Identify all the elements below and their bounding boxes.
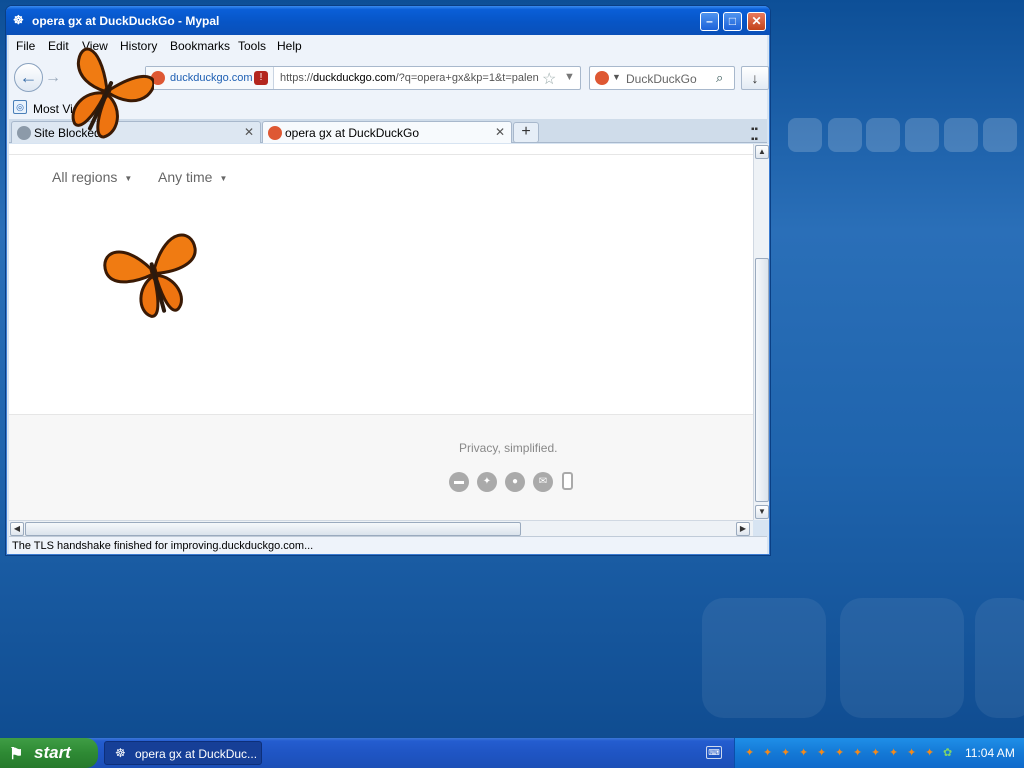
email-icon[interactable]: ✉ <box>533 472 553 492</box>
horizontal-scrollbar[interactable]: ◀ ▶ <box>9 520 753 536</box>
butterfly-icon <box>71 47 154 139</box>
butterfly-icon[interactable]: ✦ <box>799 746 808 759</box>
butterfly-icon[interactable]: ✦ <box>853 746 862 759</box>
butterfly-icon[interactable]: ✦ <box>817 746 826 759</box>
menu-file[interactable]: File <box>16 39 35 53</box>
butterfly-icon[interactable]: ✦ <box>925 746 934 759</box>
taskbar-window-label: opera gx at DuckDuc... <box>135 747 258 761</box>
scroll-thumb[interactable] <box>755 258 769 502</box>
butterfly-icon[interactable]: ✦ <box>835 746 844 759</box>
duckduckgo-icon <box>595 71 609 85</box>
taskbar-window-button[interactable]: ☸ opera gx at DuckDuc... <box>104 741 262 765</box>
scroll-right-icon[interactable]: ▶ <box>736 522 750 536</box>
search-bar[interactable]: ▼ DuckDuckGo ⌕ <box>589 66 735 90</box>
most-visited-icon: ◎ <box>13 100 27 114</box>
scroll-left-icon[interactable]: ◀ <box>10 522 24 536</box>
network-icon[interactable]: ✿ <box>943 746 952 759</box>
start-button[interactable]: ⚑ start <box>0 738 98 768</box>
butterfly-icon[interactable]: ✦ <box>763 746 772 759</box>
taskbar: ⚑ start ☸ opera gx at DuckDuc... ⌨ ✦ ✦ ✦… <box>0 738 1024 768</box>
keyboard-icon[interactable]: ⌨ <box>706 746 722 759</box>
back-button[interactable]: ← <box>14 63 43 92</box>
desktop-tile <box>828 118 862 152</box>
tab-grid-icon[interactable]: ▪▪ ▪▪ <box>751 125 761 145</box>
butterfly-icon <box>103 233 197 318</box>
globe-icon <box>17 126 31 140</box>
desktop-tile <box>788 118 822 152</box>
mypal-icon: ☸ <box>13 13 24 27</box>
desktop-tile <box>983 118 1017 152</box>
download-button[interactable]: ↓ <box>741 66 769 90</box>
status-bar: The TLS handshake finished for improving… <box>9 536 767 554</box>
desktop-tile-large <box>702 598 826 718</box>
chevron-down-icon: ▼ <box>219 173 228 183</box>
divider <box>9 154 753 155</box>
menu-bookmarks[interactable]: Bookmarks <box>170 39 230 53</box>
url-text[interactable]: https://duckduckgo.com/?q=opera+gx&kp=1&… <box>280 72 540 84</box>
page-footer: Privacy, simplified. ▬ ✦ ● ✉ <box>9 415 753 520</box>
search-icon[interactable]: ⌕ <box>716 70 723 86</box>
close-button[interactable]: ✕ <box>747 12 766 31</box>
url-dropdown-icon[interactable]: ▼ <box>564 71 575 83</box>
time-filter[interactable]: Any time ▼ <box>158 169 227 185</box>
reddit-icon[interactable]: ● <box>505 472 525 492</box>
vertical-scrollbar[interactable]: ▲ ▼ <box>753 144 769 520</box>
site-identity[interactable]: duckduckgo.com ! <box>146 67 274 89</box>
system-tray: ✦ ✦ ✦ ✦ ✦ ✦ ✦ ✦ ✦ ✦ ✦ ✿ 11:04 AM <box>734 738 1024 768</box>
lock-warning-icon: ! <box>254 71 268 85</box>
maximize-button[interactable]: □ <box>723 12 742 31</box>
url-bar[interactable]: duckduckgo.com ! https://duckduckgo.com/… <box>145 66 581 90</box>
twitter-icon[interactable]: ✦ <box>477 472 497 492</box>
desktop-tile <box>905 118 939 152</box>
tab-close-icon[interactable]: ✕ <box>244 125 254 139</box>
butterfly-icon[interactable]: ✦ <box>745 746 754 759</box>
page-content: All regions ▼ Any time ▼ Privacy, simplifi… <box>9 144 753 520</box>
menu-help[interactable]: Help <box>277 39 302 53</box>
menu-tools[interactable]: Tools <box>238 39 266 53</box>
phone-icon[interactable] <box>562 472 573 490</box>
tab-close-icon[interactable]: ✕ <box>495 125 505 139</box>
time-filter-label: Any time <box>158 169 213 185</box>
scroll-up-icon[interactable]: ▲ <box>755 145 769 159</box>
mypal-icon: ☸ <box>115 746 126 760</box>
tagline: Privacy, simplified. <box>459 441 558 455</box>
clock[interactable]: 11:04 AM <box>965 746 1015 760</box>
engine-dropdown-icon[interactable]: ▼ <box>612 72 621 82</box>
status-text: The TLS handshake finished for improving… <box>12 540 314 552</box>
minimize-button[interactable]: – <box>700 12 719 31</box>
desktop-tile <box>944 118 978 152</box>
tab-label: opera gx at DuckDuckGo <box>285 126 420 140</box>
scroll-down-icon[interactable]: ▼ <box>755 505 769 519</box>
chat-icon[interactable]: ▬ <box>449 472 469 492</box>
desktop-tile-large <box>975 598 1024 718</box>
window-title: opera gx at DuckDuckGo - Mypal <box>32 14 220 28</box>
new-tab-button[interactable]: + <box>513 122 539 143</box>
butterfly-icon[interactable]: ✦ <box>889 746 898 759</box>
region-filter[interactable]: All regions ▼ <box>52 169 132 185</box>
butterfly-icon[interactable]: ✦ <box>781 746 790 759</box>
duckduckgo-icon <box>268 126 282 140</box>
desktop-tile <box>866 118 900 152</box>
butterfly-icon[interactable]: ✦ <box>907 746 916 759</box>
tab-duckduckgo[interactable]: opera gx at DuckDuckGo ✕ <box>262 121 512 143</box>
start-label: start <box>34 743 71 762</box>
desktop-tile-large <box>840 598 964 718</box>
search-engine-placeholder: DuckDuckGo <box>626 72 697 86</box>
bookmark-star-icon[interactable]: ☆ <box>542 69 556 89</box>
scroll-thumb[interactable] <box>25 522 521 536</box>
identity-domain: duckduckgo.com <box>170 72 253 84</box>
windows-logo-icon: ⚑ <box>9 746 24 763</box>
region-filter-label: All regions <box>52 169 118 185</box>
butterfly-icon[interactable]: ✦ <box>871 746 880 759</box>
chevron-down-icon: ▼ <box>124 173 133 183</box>
title-bar[interactable]: ☸ opera gx at DuckDuckGo - Mypal – □ ✕ <box>6 6 770 35</box>
